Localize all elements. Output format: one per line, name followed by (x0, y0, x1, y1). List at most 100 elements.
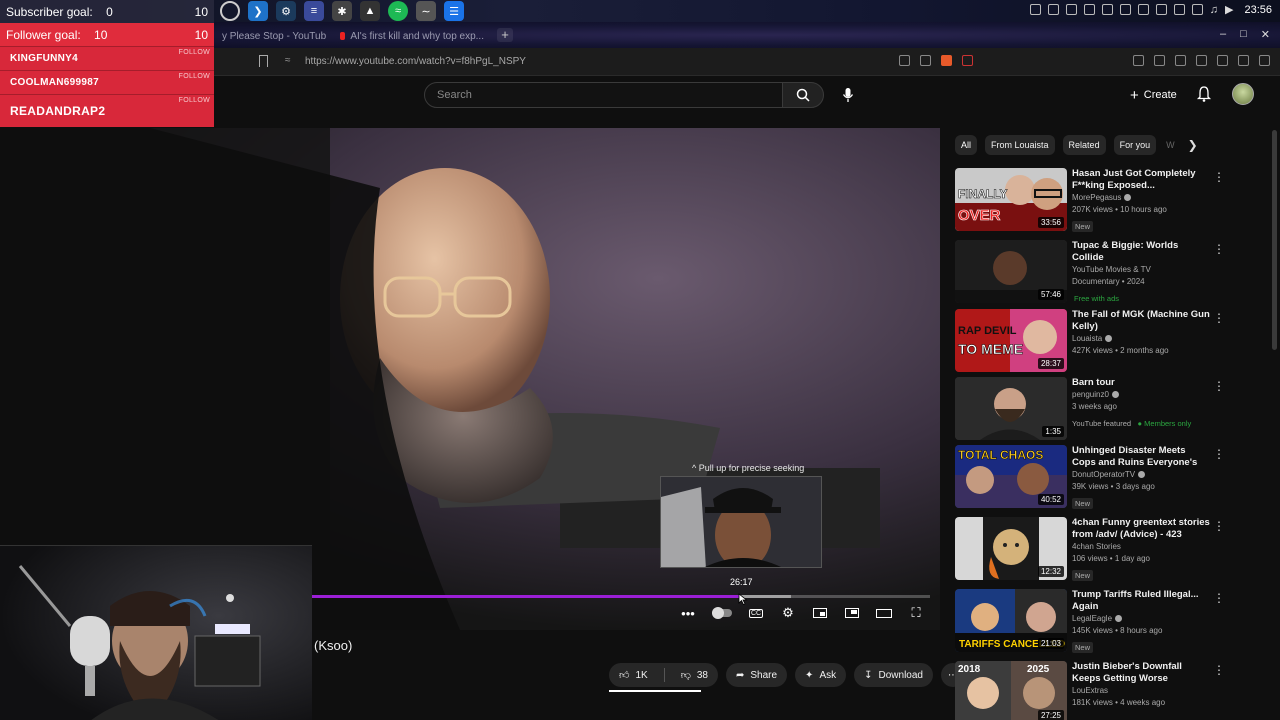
channel-name[interactable]: Louaista (1072, 334, 1102, 343)
vertical-dots-icon[interactable]: ⋮ (1213, 591, 1225, 605)
vertical-dots-icon[interactable]: ⋮ (1213, 242, 1225, 256)
obs-icon[interactable] (220, 1, 240, 21)
music-icon[interactable]: ♫ (1210, 4, 1218, 16)
miniplayer-icon[interactable] (810, 604, 830, 622)
tray-icon[interactable] (1191, 4, 1203, 15)
recommendation-title[interactable]: Barn tour (1072, 377, 1210, 389)
recommendation-item[interactable]: 12:32 4chan Funny greentext stories from… (955, 517, 1225, 583)
app-icon[interactable]: ✱ (332, 1, 352, 21)
sidebar-scrollbar[interactable] (1272, 130, 1277, 350)
video-thumbnail[interactable]: RAP DEVIL TO MEME 28:37 (955, 309, 1067, 372)
video-thumbnail[interactable]: 57:46 (955, 240, 1067, 303)
recommendation-item[interactable]: TARIFFS CANCELLED 21:03 Trump Tariffs Ru… (955, 589, 1225, 655)
recommendation-title[interactable]: Trump Tariffs Ruled Illegal... Again (1072, 589, 1210, 613)
spotify-icon[interactable]: ≈ (388, 1, 408, 21)
extension-icon[interactable] (1133, 55, 1144, 66)
create-button[interactable]: + Create (1124, 84, 1183, 106)
recommendation-title[interactable]: Tupac & Biggie: Worlds Collide (1072, 240, 1210, 264)
browser-tab[interactable]: AI's first kill and why top exp... (332, 26, 492, 46)
recommendation-item[interactable]: RAP DEVIL TO MEME 28:37 The Fall of MGK (… (955, 309, 1225, 375)
recommendation-item[interactable]: TOTAL CHAOS 40:52 Unhinged Disaster Meet… (955, 445, 1225, 511)
tray-icon[interactable] (1029, 4, 1041, 15)
tray-icon[interactable] (1155, 4, 1167, 15)
vertical-dots-icon[interactable]: ⋮ (1213, 663, 1225, 677)
bookmark-icon[interactable] (259, 55, 268, 67)
recommendation-item[interactable]: 1:35 Barn tour penguinz0 3 weeks ago You… (955, 377, 1225, 443)
new-tab-button[interactable]: + (497, 28, 513, 42)
menu-icon[interactable] (1259, 55, 1270, 66)
more-options-icon[interactable]: ••• (678, 604, 698, 622)
vertical-dots-icon[interactable]: ⋮ (1213, 379, 1225, 393)
channel-name[interactable]: 4chan Stories (1072, 542, 1121, 551)
share-icon[interactable] (920, 55, 931, 66)
dislike-button[interactable]: 👎︎ 38 (671, 663, 718, 687)
minimize-icon[interactable]: – (1220, 28, 1226, 41)
video-thumbnail[interactable]: FINALLY OVER 33:56 (955, 168, 1067, 231)
download-button[interactable]: ↧ Download (854, 663, 933, 687)
document-app-icon[interactable]: ☰ (444, 1, 464, 21)
search-button[interactable] (782, 82, 824, 108)
recommendation-title[interactable]: Hasan Just Got Completely F**king Expose… (1072, 168, 1210, 192)
vertical-dots-icon[interactable]: ⋮ (1213, 447, 1225, 461)
extension-icon[interactable] (1154, 55, 1165, 66)
tray-icon[interactable] (1065, 4, 1077, 15)
recommendation-title[interactable]: Justin Bieber's Downfall Keeps Getting W… (1072, 661, 1210, 685)
channel-name[interactable]: LegalEagle (1072, 614, 1112, 623)
tray-icon[interactable] (1047, 4, 1059, 15)
url-text[interactable]: https://www.youtube.com/watch?v=f8hPgL_N… (305, 56, 526, 67)
channel-name[interactable]: LouExtras (1072, 686, 1108, 695)
video-thumbnail[interactable]: 1:35 (955, 377, 1067, 440)
captions-icon[interactable]: CC (746, 604, 766, 622)
recommendation-title[interactable]: Unhinged Disaster Meets Cops and Ruins E… (1072, 445, 1210, 469)
maximize-icon[interactable]: □ (1240, 28, 1247, 41)
close-icon[interactable]: ✕ (1261, 28, 1270, 41)
recommendation-title[interactable]: The Fall of MGK (Machine Gun Kelly) (1072, 309, 1210, 333)
tray-icon[interactable] (1173, 4, 1185, 15)
video-thumbnail[interactable]: 2018 2025 27:25 (955, 661, 1067, 720)
chip-all[interactable]: All (955, 135, 978, 155)
extension-icon[interactable] (1217, 55, 1228, 66)
like-button[interactable]: 👍︎ 1K (609, 663, 658, 687)
notifications-bell-icon[interactable] (1196, 85, 1212, 103)
channel-name[interactable]: YouTube Movies & TV (1072, 265, 1151, 274)
vscode-icon[interactable]: ❯ (248, 1, 268, 21)
search-input[interactable]: Search (424, 82, 783, 108)
tray-icon[interactable] (1137, 4, 1149, 15)
theater-mode-icon[interactable] (874, 604, 894, 622)
video-thumbnail[interactable]: 12:32 (955, 517, 1067, 580)
extension-icon[interactable] (899, 55, 910, 66)
account-avatar[interactable] (1232, 83, 1254, 105)
autoplay-toggle[interactable] (710, 604, 734, 622)
voice-search-button[interactable] (836, 84, 860, 106)
tray-icon[interactable] (1083, 4, 1095, 15)
channel-name[interactable]: DonutOperatorTV (1072, 470, 1135, 479)
upload-icon[interactable]: ▲ (360, 1, 380, 21)
fullscreen-icon[interactable]: ⛶ (906, 604, 926, 622)
recommendation-item[interactable]: 2018 2025 27:25 Justin Bieber's Downfall … (955, 661, 1225, 720)
channel-name[interactable]: MorePegasus (1072, 193, 1121, 202)
chip-watched[interactable]: W (1164, 135, 1177, 155)
share-button[interactable]: ➦ Share (725, 663, 788, 687)
recommendation-title[interactable]: 4chan Funny greentext stories from /adv/… (1072, 517, 1210, 541)
video-thumbnail[interactable]: TOTAL CHAOS 40:52 (955, 445, 1067, 508)
chart-app-icon[interactable]: ∼ (416, 1, 436, 21)
recommendation-item[interactable]: FINALLY OVER 33:56 Hasan Just Got Complet… (955, 168, 1225, 234)
chevron-right-icon[interactable]: ❯ (1185, 137, 1201, 153)
chip-for-you[interactable]: For you (1113, 135, 1157, 155)
settings-gear-icon[interactable]: ⚙ (778, 604, 798, 622)
picture-in-picture-icon[interactable] (842, 604, 862, 622)
channel-name[interactable]: penguinz0 (1072, 390, 1109, 399)
volume-icon[interactable]: ▶ (1225, 3, 1233, 16)
vertical-dots-icon[interactable]: ⋮ (1213, 311, 1225, 325)
extension-icon[interactable] (1175, 55, 1186, 66)
ask-button[interactable]: ✦ Ask (795, 663, 847, 687)
extension-icon[interactable] (1196, 55, 1207, 66)
video-thumbnail[interactable]: TARIFFS CANCELLED 21:03 (955, 589, 1067, 652)
recommendation-item[interactable]: 57:46 Tupac & Biggie: Worlds Collide You… (955, 240, 1225, 306)
extension-icon[interactable] (1238, 55, 1249, 66)
tray-icon[interactable] (1119, 4, 1131, 15)
app-icon[interactable]: ≡ (304, 1, 324, 21)
extension-icon[interactable] (962, 55, 973, 66)
vertical-dots-icon[interactable]: ⋮ (1213, 170, 1225, 184)
site-info-icon[interactable]: ≈ (285, 55, 291, 66)
